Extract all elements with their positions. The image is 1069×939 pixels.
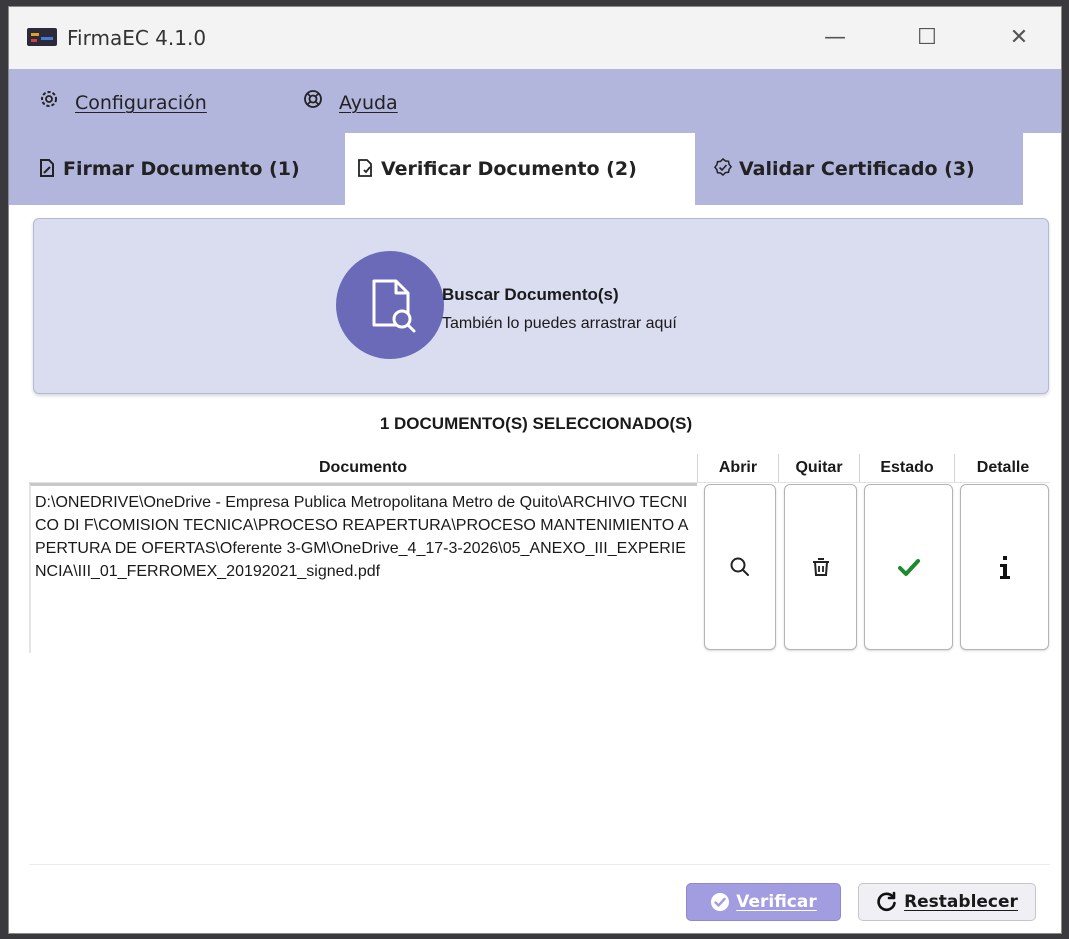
search-icon [730,557,749,576]
open-document-button[interactable] [704,484,776,650]
column-header-estado: Estado [859,454,954,482]
tab-validar-certificado[interactable]: Validar Certificado (3) [695,133,1023,205]
app-logo-icon [27,28,57,46]
trash-icon [812,558,829,576]
title-bar: FirmaEC 4.1.0 — ☐ ✕ [9,7,1061,69]
menu-configuracion-label: Configuración [75,92,207,114]
column-header-quitar: Quitar [778,454,859,482]
app-window: FirmaEC 4.1.0 — ☐ ✕ Configuración Ayuda … [8,6,1062,934]
window-title: FirmaEC 4.1.0 [67,26,207,50]
tab-verificar-documento[interactable]: Verificar Documento (2) [345,133,695,205]
maximize-button[interactable]: ☐ [904,23,950,53]
column-header-documento: Documento [319,459,407,476]
verificar-button[interactable]: Verificar [686,883,841,921]
menu-bar: Configuración Ayuda [9,69,1061,133]
menu-ayuda-label: Ayuda [339,92,398,114]
menu-configuracion[interactable]: Configuración [37,89,207,114]
menu-ayuda[interactable]: Ayuda [301,89,398,114]
document-detail-button[interactable] [960,484,1049,650]
sign-document-icon [37,133,57,205]
drop-zone-subtitle: También lo puedes arrastrar aquí [442,315,677,332]
drop-zone-title: Buscar Documento(s) [442,285,619,304]
restablecer-button[interactable]: Restablecer [858,883,1036,921]
footer-divider [29,864,1050,865]
restablecer-button-label: Restablecer [904,892,1018,912]
refresh-icon [877,891,896,912]
verificar-button-label: Verificar [736,892,817,912]
document-drop-zone[interactable]: Buscar Documento(s) También lo puedes ar… [33,218,1049,394]
tab-firmar-label: Firmar Documento (1) [63,158,300,180]
document-status-button[interactable] [864,484,953,650]
validate-certificate-icon [713,133,733,205]
column-header-abrir: Abrir [697,454,778,482]
close-button[interactable]: ✕ [996,23,1042,53]
settings-gear-icon [37,89,61,114]
check-circle-icon [711,893,730,911]
help-icon [301,89,325,114]
info-icon [999,556,1010,579]
tab-firmar-documento[interactable]: Firmar Documento (1) [9,133,345,205]
tab-verificar-label: Verificar Documento (2) [381,158,637,180]
tab-strip: Firmar Documento (1) Verificar Documento… [9,133,1061,205]
document-path-cell: D:\ONEDRIVE\OneDrive - Empresa Publica M… [29,483,697,653]
valid-check-icon [897,559,920,576]
remove-document-button[interactable] [784,484,857,650]
column-header-detalle: Detalle [954,454,1051,482]
verify-document-icon [355,133,375,205]
document-search-icon [336,251,444,359]
minimize-button[interactable]: — [812,23,858,53]
tab-validar-label: Validar Certificado (3) [739,158,975,180]
selected-count-label: 1 DOCUMENTO(S) SELECCIONADO(S) [379,414,693,433]
